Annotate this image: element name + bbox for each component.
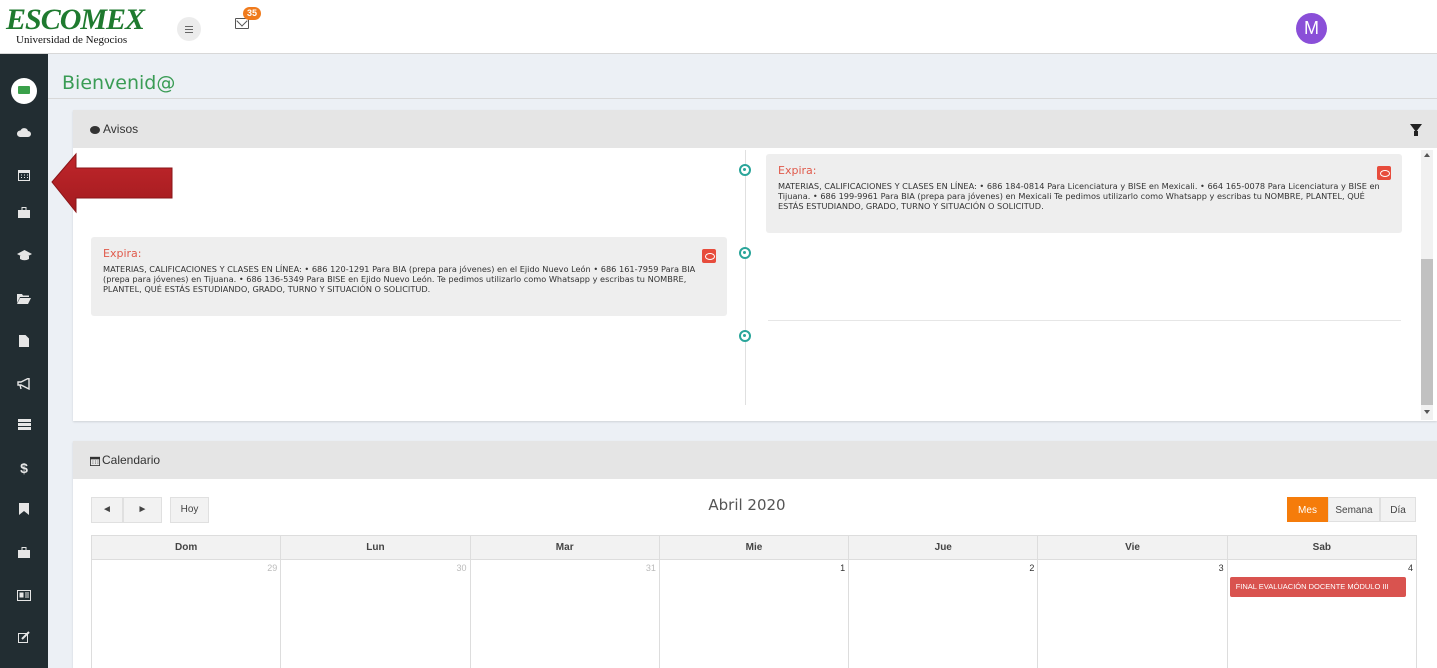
avatar[interactable]: M: [1296, 13, 1327, 44]
graduation-cap-icon: [16, 249, 32, 260]
avisos-title: Avisos: [103, 122, 139, 136]
sidebar-item-cloud[interactable]: [0, 117, 48, 147]
red-arrow-annotation: [51, 152, 173, 214]
sidebar-item-list[interactable]: [0, 409, 48, 439]
avisos-header: Avisos: [73, 110, 1437, 148]
menu-toggle-button[interactable]: [177, 17, 201, 41]
timeline-dot: [739, 247, 751, 259]
id-card-icon: [17, 589, 31, 601]
scroll-up-arrow-icon[interactable]: [1424, 153, 1430, 157]
aviso-text: MATERIAS, CALIFICACIONES Y CLASES EN LÍN…: [778, 181, 1380, 211]
divider: [768, 320, 1401, 321]
sidebar-item-id-card[interactable]: [0, 580, 48, 610]
weekday-label: Vie: [1038, 536, 1228, 559]
calendar-icon: [18, 170, 30, 181]
timeline-dot: [739, 164, 751, 176]
day-number: 2: [1029, 563, 1035, 573]
divider: [48, 98, 1437, 99]
calendar-day-cell[interactable]: 31: [471, 560, 660, 668]
logo[interactable]: ESCOMEX Universidad de Negocios: [6, 3, 145, 47]
aviso-card: Expira: MATERIAS, CALIFICACIONES Y CLASE…: [766, 154, 1402, 233]
today-button[interactable]: Hoy: [170, 497, 209, 523]
sidebar-item-bookmark[interactable]: [0, 494, 48, 524]
list-icon: [17, 418, 31, 430]
scroll-down-arrow-icon[interactable]: [1424, 410, 1430, 414]
calendar-day-cell[interactable]: 3: [1038, 560, 1228, 668]
file-icon: [19, 335, 29, 347]
view-week-button[interactable]: Semana: [1328, 497, 1380, 522]
sidebar-item-calendar[interactable]: [0, 160, 48, 190]
timeline-dot: [739, 330, 751, 342]
timeline-line: [745, 150, 746, 405]
calendar-event[interactable]: FINAL EVALUACIÓN DOCENTE MÓDULO III: [1229, 577, 1406, 597]
day-number: 3: [1218, 563, 1224, 573]
calendar-title: Calendario: [102, 453, 161, 467]
comments-icon: [90, 125, 100, 134]
calendar-week-row: 29 30 31 1 2 3 4 FINAL EVALUACIÓN DOCENT…: [91, 560, 1417, 668]
calendar-day-cell[interactable]: 2: [849, 560, 1039, 668]
bullhorn-icon: [17, 378, 30, 390]
prev-month-button[interactable]: ◄: [91, 497, 123, 523]
day-number: 29: [267, 563, 278, 573]
bookmark-icon: [19, 503, 29, 515]
calendar-icon: [90, 456, 100, 466]
filter-icon[interactable]: [1410, 124, 1422, 136]
weekday-label: Sab: [1312, 542, 1331, 553]
day-number: 4: [1407, 563, 1413, 573]
page-title: Bienvenid@: [62, 72, 176, 94]
sidebar-item-edit[interactable]: [0, 622, 48, 652]
aviso-card: Expira: MATERIAS, CALIFICACIONES Y CLASE…: [91, 237, 727, 316]
aviso-badge-icon: [1377, 166, 1391, 180]
day-number: 31: [645, 563, 656, 573]
cloud-icon: [17, 128, 31, 137]
aviso-badge-icon: [702, 249, 716, 263]
weekday-label: Lun: [281, 536, 471, 559]
weekday-label: Mar: [471, 536, 660, 559]
sidebar-item-briefcase[interactable]: [0, 197, 48, 227]
aviso-expira-label: Expira:: [778, 164, 817, 177]
day-number: 1: [840, 563, 846, 573]
day-number: 30: [456, 563, 467, 573]
calendar-day-cell[interactable]: 30: [281, 560, 471, 668]
view-month-button[interactable]: Mes: [1287, 497, 1328, 522]
weekday-label: Mie: [660, 536, 850, 559]
scrollbar-thumb[interactable]: [1421, 259, 1433, 405]
mail-count-badge: 35: [243, 7, 262, 20]
calendar-day-cell[interactable]: 1: [660, 560, 850, 668]
weekday-label: Dom: [92, 536, 282, 559]
calendar-weekday-header: Dom Lun Mar Mie Jue Vie Sab: [91, 535, 1417, 560]
aviso-text: MATERIAS, CALIFICACIONES Y CLASES EN LÍN…: [103, 264, 696, 294]
logo-title: ESCOMEX: [6, 3, 145, 36]
calendar-header: Calendario: [73, 441, 1437, 479]
weekday-label: Jue: [849, 536, 1039, 559]
briefcase-icon: [18, 206, 30, 218]
calendar-month-title: Abril 2020: [708, 496, 786, 514]
view-day-button[interactable]: Día: [1380, 497, 1416, 522]
briefcase-icon: [18, 546, 30, 558]
folder-open-icon: [17, 293, 31, 304]
calendar-day-cell[interactable]: 29: [92, 560, 282, 668]
sidebar-item-briefcase-2[interactable]: [0, 537, 48, 567]
sidebar-item-desktop[interactable]: [11, 78, 37, 104]
hamburger-icon: [185, 28, 193, 30]
sidebar-item-graduation[interactable]: [0, 240, 48, 270]
sidebar-item-folder[interactable]: [0, 283, 48, 313]
logo-subtitle: Universidad de Negocios: [16, 34, 128, 46]
aviso-expira-label: Expira:: [103, 247, 142, 260]
calendar-day-cell[interactable]: 4 FINAL EVALUACIÓN DOCENTE MÓDULO III: [1228, 560, 1417, 668]
top-bar: ESCOMEX Universidad de Negocios 35 M: [0, 0, 1437, 54]
edit-icon: [18, 631, 30, 643]
sidebar-item-payments[interactable]: $: [0, 453, 48, 483]
sidebar-item-announcements[interactable]: [0, 369, 48, 399]
calendar-grid: Dom Lun Mar Mie Jue Vie Sab 29 30 31 1 2…: [91, 535, 1417, 668]
sidebar-item-file[interactable]: [0, 326, 48, 356]
dollar-icon: $: [20, 460, 28, 476]
next-month-button[interactable]: ►: [123, 497, 162, 523]
